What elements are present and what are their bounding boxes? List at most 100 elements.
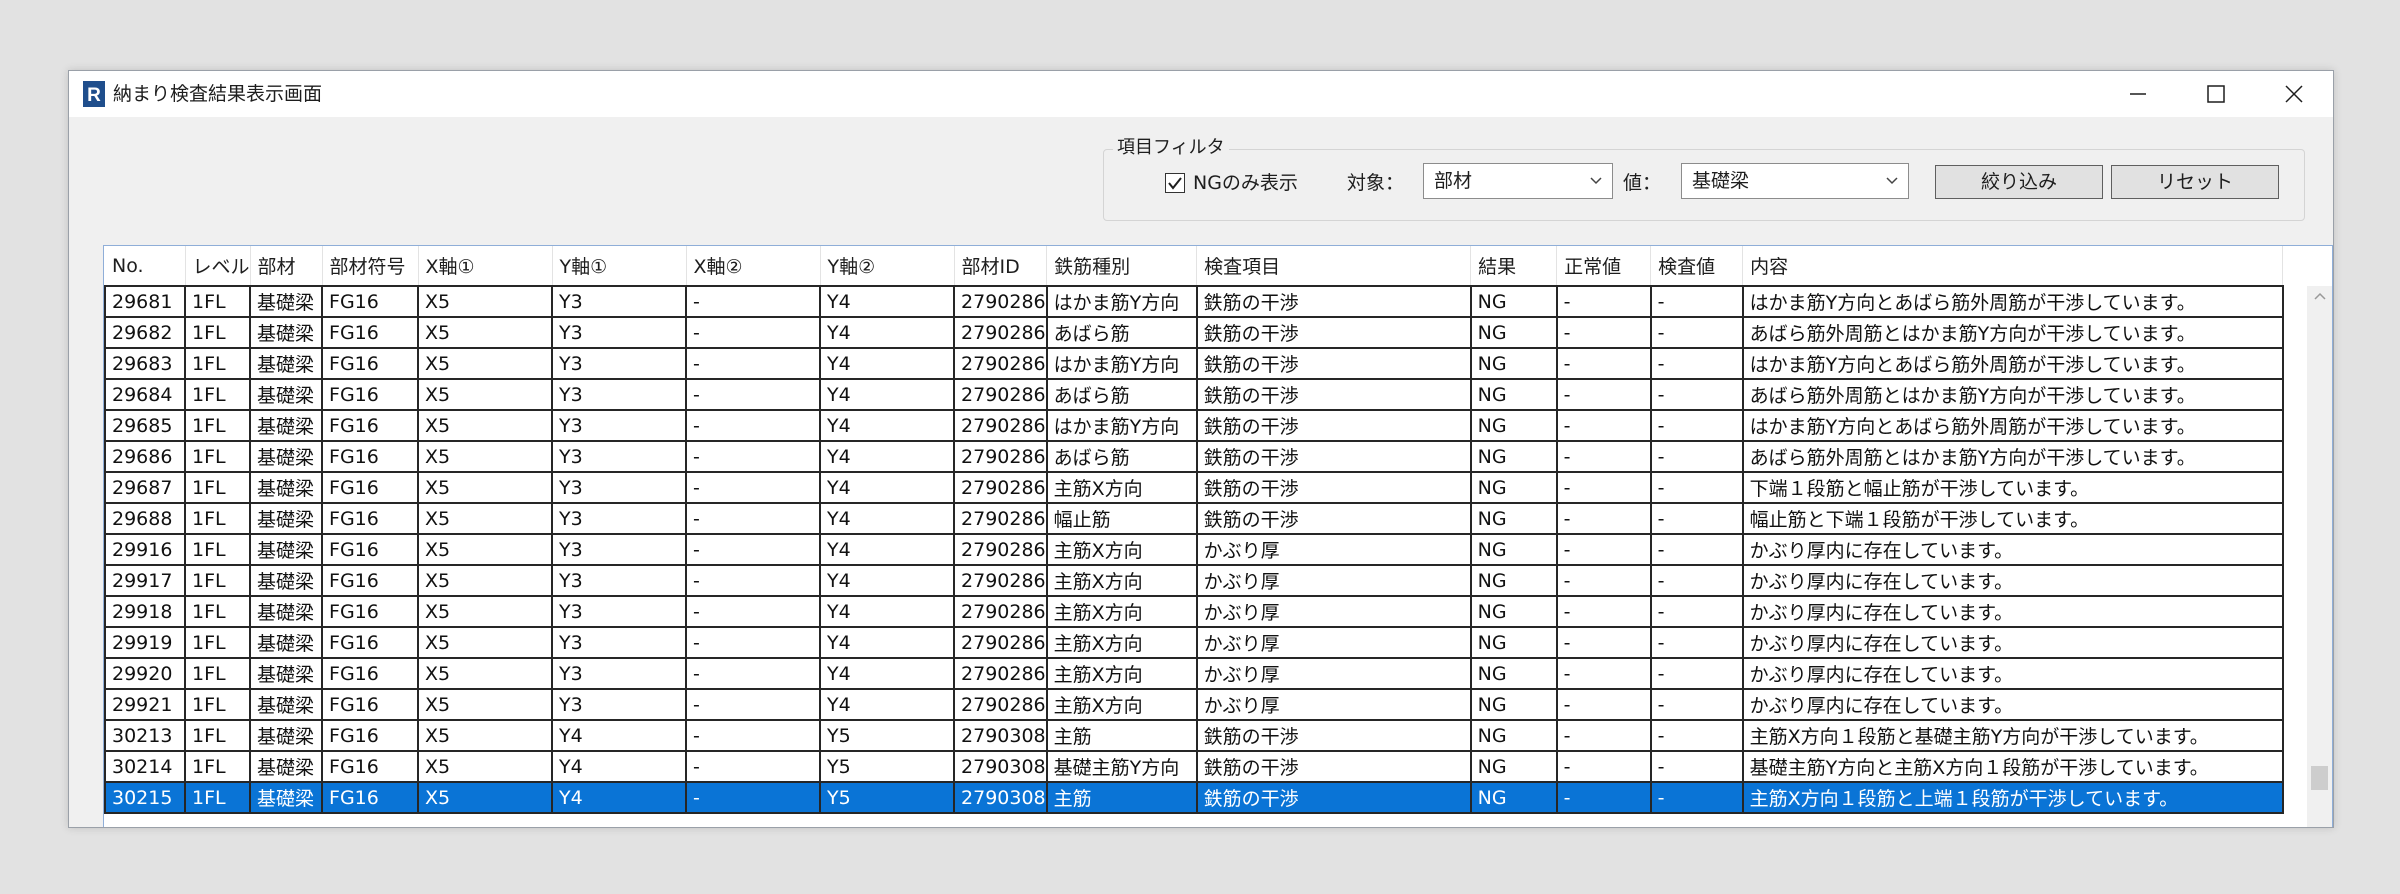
column-header[interactable]: X軸② (686, 246, 821, 286)
maximize-button[interactable] (2177, 71, 2255, 117)
table-cell: Y4 (819, 595, 956, 628)
column-header[interactable]: 鉄筋種別 (1046, 246, 1198, 286)
column-header[interactable]: 検査項目 (1196, 246, 1472, 286)
chevron-down-icon (1886, 177, 1898, 185)
table-cell: NG (1469, 471, 1558, 504)
table-cell: - (1649, 781, 1744, 814)
scrollbar-thumb[interactable] (2311, 766, 2328, 790)
target-select[interactable]: 部材 (1423, 163, 1613, 199)
column-header[interactable]: X軸① (418, 246, 553, 286)
table-row[interactable]: 29687 1FL 基礎梁 FG16 X5 Y3- Y4 2790286 主筋X方向 鉄筋の干渉 N… (104, 471, 2284, 504)
table-cell: 29685 (104, 409, 186, 442)
table-cell: あばら筋 (1045, 378, 1198, 411)
table-cell: 基礎梁 (249, 440, 324, 473)
table-row[interactable]: 29682 1FL 基礎梁 FG16 X5 Y3- Y4 2790286 あばら筋 鉄筋の干渉 NG… (104, 316, 2284, 349)
table-row[interactable]: 29685 1FL 基礎梁 FG16 X5 Y3- Y4 2790286 はかま筋Y方向 鉄筋の干… (104, 409, 2284, 442)
title-bar: R 納まり検査結果表示画面 (69, 71, 2333, 117)
table-cell: X5 (417, 378, 554, 411)
table-cell: NG (1469, 502, 1558, 535)
table-row[interactable]: 30214 1FL 基礎梁 FG16 X5 Y4- Y5 2790308 基礎主筋Y方向 鉄筋の干… (104, 750, 2284, 783)
table-cell: 鉄筋の干渉 (1195, 440, 1472, 473)
ng-only-checkbox[interactable] (1165, 173, 1185, 193)
column-header[interactable]: 部材ID (954, 246, 1048, 286)
column-header[interactable]: 正常値 (1556, 246, 1652, 286)
table-row[interactable]: 29686 1FL 基礎梁 FG16 X5 Y3- Y4 2790286 あばら筋 鉄筋の干渉 NG… (104, 440, 2284, 473)
table-row[interactable]: 29921 1FL 基礎梁 FG16 X5 Y3- Y4 2790286 主筋X方向 かぶり厚 NG… (104, 688, 2284, 721)
table-cell: 主筋X方向 (1045, 564, 1198, 597)
reset-button[interactable]: リセット (2111, 165, 2279, 199)
table-cell: 基礎梁 (249, 502, 324, 535)
table-cell: - (1555, 595, 1652, 628)
window-title: 納まり検査結果表示画面 (113, 83, 323, 105)
table-row[interactable]: 29917 1FL 基礎梁 FG16 X5 Y3- Y4 2790286 主筋X方向 かぶり厚 NG… (104, 564, 2284, 597)
table-row[interactable]: 29681 1FL 基礎梁 FG16 X5 Y3- Y4 2790286 はかま筋Y方向 鉄筋の干… (104, 285, 2284, 318)
table-cell: - (685, 316, 822, 349)
table-cell: FG16 (321, 440, 420, 473)
table-row[interactable]: 29683 1FL 基礎梁 FG16 X5 Y3- Y4 2790286 はかま筋Y方向 鉄筋の干… (104, 347, 2284, 380)
table-cell: - (685, 471, 822, 504)
column-header[interactable]: Y軸② (820, 246, 955, 286)
table-row[interactable]: 29916 1FL 基礎梁 FG16 X5 Y3- Y4 2790286 主筋X方向 かぶり厚 NG… (104, 533, 2284, 566)
table-cell: - (1555, 564, 1652, 597)
column-header[interactable]: 検査値 (1650, 246, 1744, 286)
table-cell: 1FL (183, 347, 252, 380)
table-cell: 2790286 (953, 688, 1048, 721)
table-cell: あばら筋外周筋とはかま筋Y方向が干渉しています。 (1741, 378, 2284, 411)
vertical-scrollbar[interactable] (2307, 286, 2332, 827)
results-grid[interactable]: No. レベル 部材 部材符号 X軸① Y軸① X軸② Y軸② 部材ID 鉄筋種別 検査項目 結果 正常… (103, 245, 2333, 827)
table-row[interactable]: 30213 1FL 基礎梁 FG16 X5 Y4- Y5 2790308 主筋 鉄筋の干渉 NG - -… (104, 719, 2284, 752)
table-cell: 2790286 (953, 502, 1048, 535)
column-header[interactable]: 部材符号 (322, 246, 419, 286)
table-cell: X5 (417, 285, 554, 318)
table-cell: - (685, 347, 822, 380)
table-cell: 基礎梁 (249, 564, 324, 597)
table-cell: - (1649, 688, 1744, 721)
table-cell: 1FL (183, 285, 252, 318)
table-row[interactable]: 29918 1FL 基礎梁 FG16 X5 Y3- Y4 2790286 主筋X方向 かぶり厚 NG… (104, 595, 2284, 628)
column-header[interactable]: 結果 (1470, 246, 1558, 286)
table-row[interactable]: 30215 1FL 基礎梁 FG16 X5 Y4- Y5 2790308 主筋 鉄筋の干渉 NG - -… (104, 781, 2284, 814)
table-cell: - (685, 440, 822, 473)
table-cell: X5 (417, 316, 554, 349)
table-cell: - (1649, 719, 1744, 752)
close-button[interactable] (2255, 71, 2333, 117)
table-cell: 29921 (104, 688, 186, 721)
table-cell: 基礎梁 (249, 750, 324, 783)
column-header[interactable]: 部材 (250, 246, 323, 286)
column-header[interactable]: 内容 (1742, 246, 2284, 286)
table-cell: Y4 (819, 409, 956, 442)
table-cell: 2790286 (953, 347, 1048, 380)
checkmark-icon (1168, 177, 1182, 190)
column-header[interactable]: Y軸① (552, 246, 687, 286)
minimize-button[interactable] (2099, 71, 2177, 117)
column-header[interactable]: レベル (185, 246, 251, 286)
apply-filter-button[interactable]: 絞り込み (1935, 165, 2103, 199)
table-row[interactable]: 29684 1FL 基礎梁 FG16 X5 Y3- Y4 2790286 あばら筋 鉄筋の干渉 NG… (104, 378, 2284, 411)
table-cell: - (1649, 471, 1744, 504)
table-cell: FG16 (321, 781, 420, 814)
scroll-up-arrow-icon[interactable] (2314, 292, 2326, 300)
table-cell: 30215 (104, 781, 186, 814)
table-header-row: No. レベル 部材 部材符号 X軸① Y軸① X軸② Y軸② 部材ID 鉄筋種別 検査項目 結果 正常… (105, 246, 2284, 286)
table-cell: FG16 (321, 595, 420, 628)
table-cell: X5 (417, 657, 554, 690)
table-cell: 2790286 (953, 316, 1048, 349)
table-row[interactable]: 29920 1FL 基礎梁 FG16 X5 Y3- Y4 2790286 主筋X方向 かぶり厚 NG… (104, 657, 2284, 690)
table-cell: Y5 (819, 781, 956, 814)
value-select[interactable]: 基礎梁 (1681, 163, 1909, 199)
ng-only-label[interactable]: NGのみ表示 (1193, 169, 1298, 197)
table-cell: かぶり厚内に存在しています。 (1741, 595, 2284, 628)
table-cell: 1FL (183, 564, 252, 597)
table-cell: かぶり厚内に存在しています。 (1741, 564, 2284, 597)
table-row[interactable]: 29919 1FL 基礎梁 FG16 X5 Y3- Y4 2790286 主筋X方向 かぶり厚 NG… (104, 626, 2284, 659)
table-cell: Y3 (551, 564, 688, 597)
table-cell: 鉄筋の干渉 (1195, 409, 1472, 442)
table-cell: かぶり厚 (1195, 626, 1472, 659)
table-cell: Y4 (819, 564, 956, 597)
table-row[interactable]: 29688 1FL 基礎梁 FG16 X5 Y3- Y4 2790286 幅止筋 鉄筋の干渉 NG -… (104, 502, 2284, 535)
table-cell: FG16 (321, 502, 420, 535)
column-header[interactable]: No. (105, 246, 186, 286)
table-cell: X5 (417, 471, 554, 504)
table-cell: NG (1469, 409, 1558, 442)
table-cell: FG16 (321, 750, 420, 783)
